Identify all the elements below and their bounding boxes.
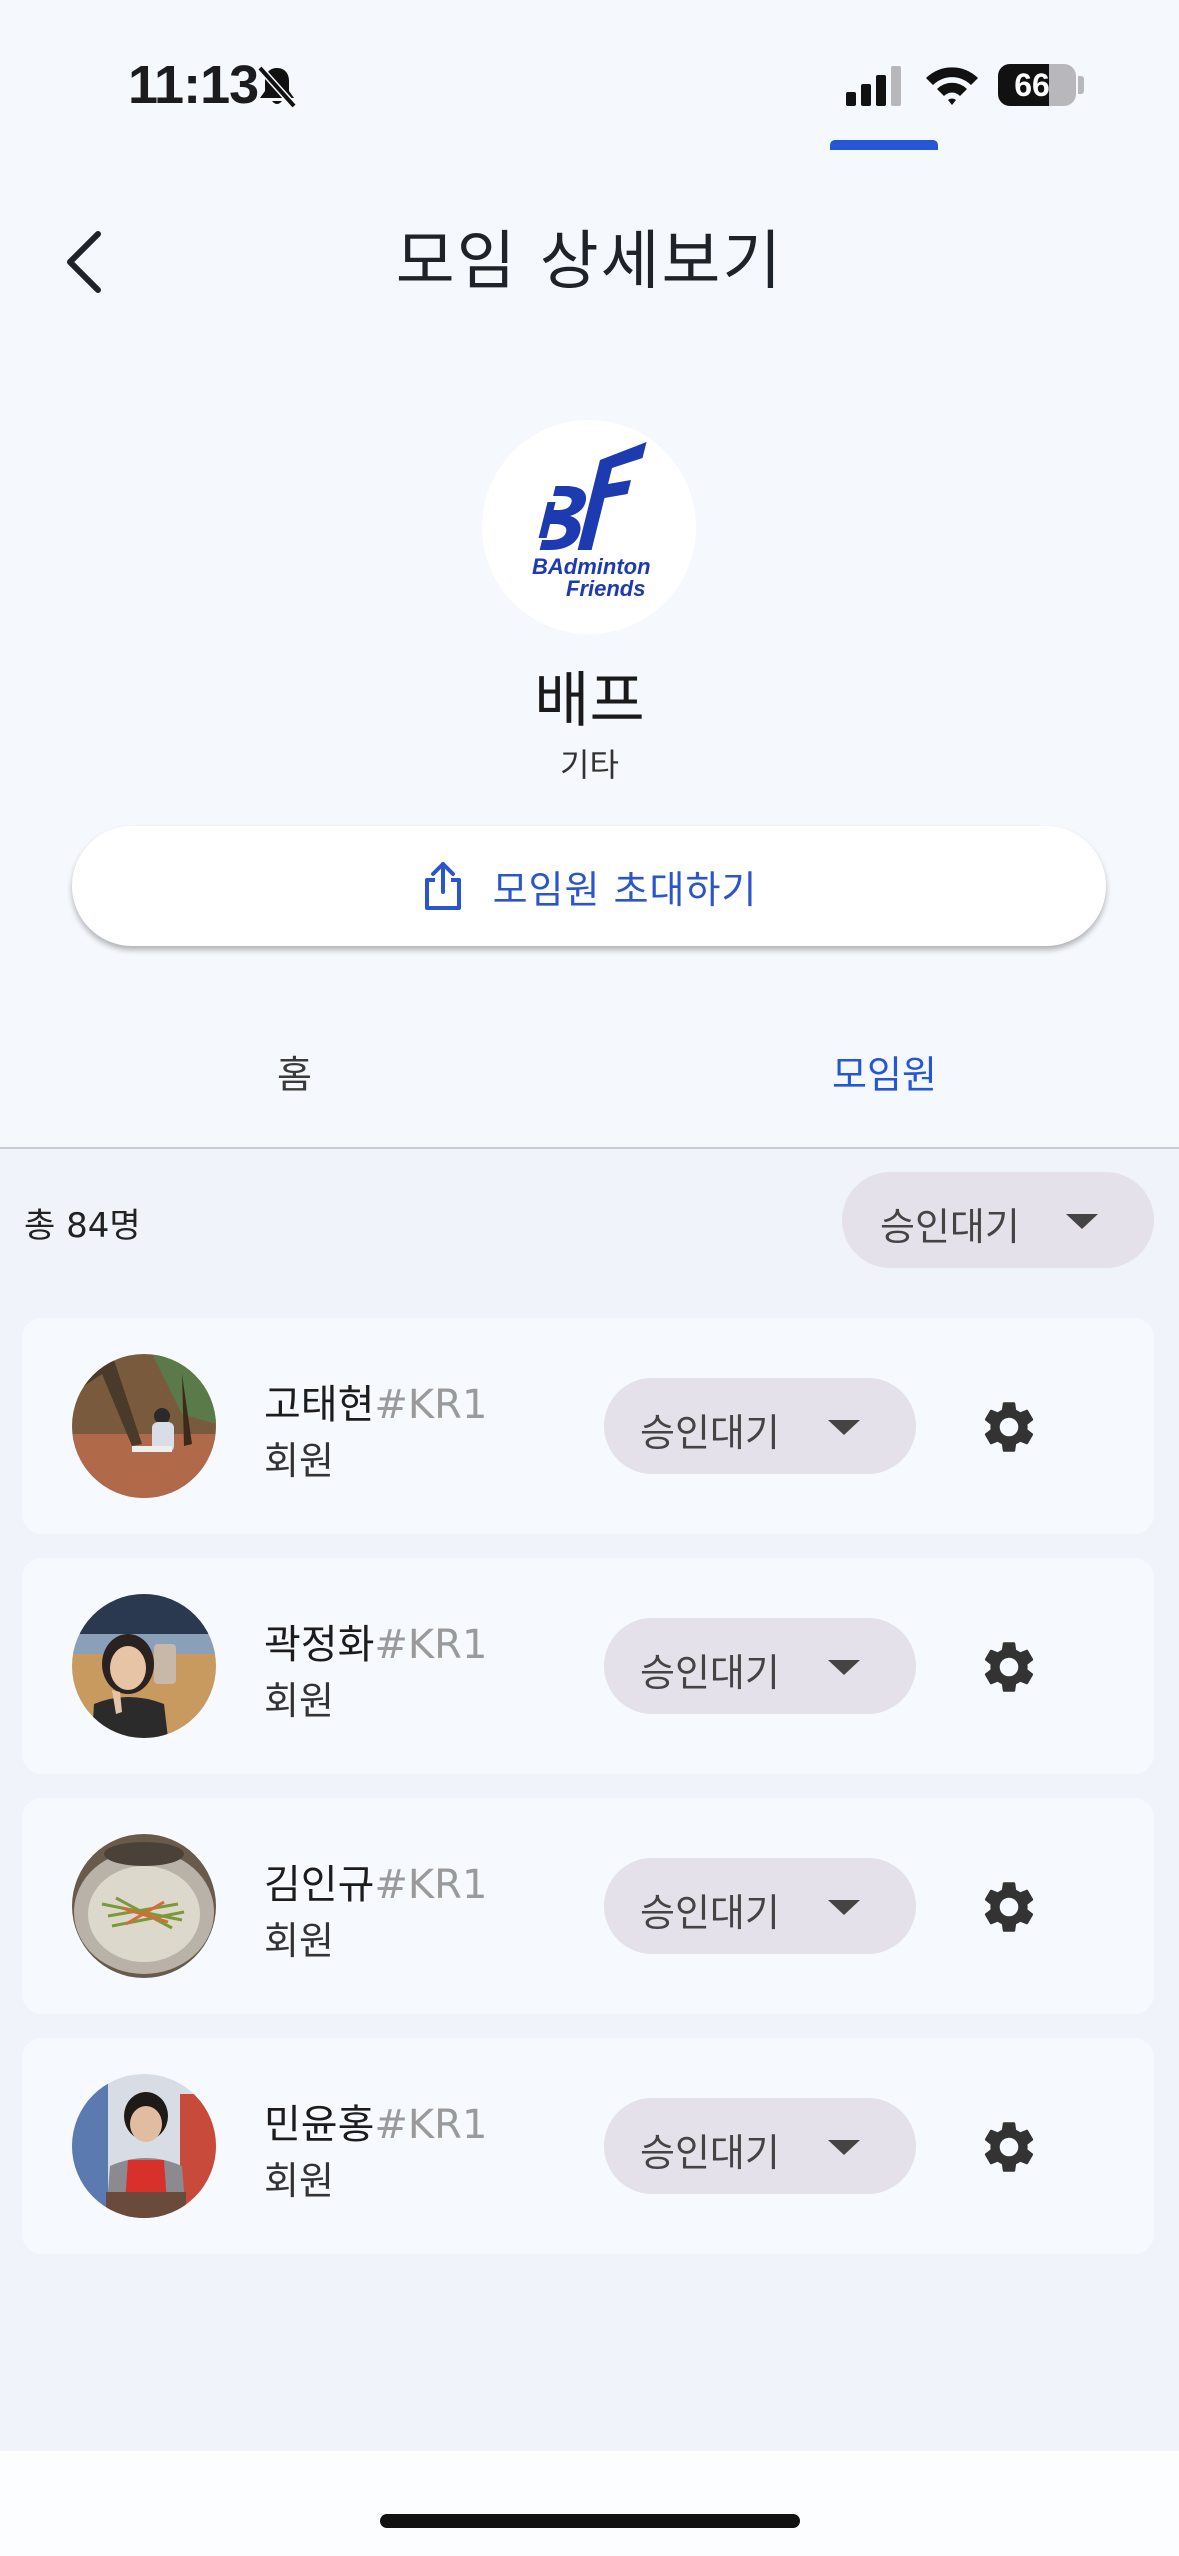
member-tag: #KR1 [374, 1622, 488, 1668]
member-avatar [72, 2074, 216, 2218]
member-card[interactable]: 곽정화#KR1 회원 승인대기 [22, 1558, 1154, 1774]
member-name: 김인규#KR1 [264, 1852, 487, 1910]
tab-members[interactable]: 모임원 [590, 1000, 1179, 1148]
gear-icon[interactable] [978, 1876, 1040, 1938]
group-category: 기타 [560, 746, 619, 784]
caret-down-icon [828, 1420, 860, 1435]
member-status-filter-dropdown[interactable]: 승인대기 [842, 1172, 1154, 1268]
bottom-safe-area [0, 2451, 1179, 2556]
member-tag: #KR1 [374, 1382, 488, 1428]
group-logo: BAdminton Friends [482, 420, 696, 634]
member-role: 회원 [264, 1919, 334, 1963]
tab-bar: 홈 모임원 [0, 1000, 1179, 1150]
filter-value: 승인대기 [880, 1205, 1020, 1249]
tab-members-label: 모임원 [832, 1053, 937, 1097]
member-name-text: 김인규 [264, 1862, 375, 1908]
member-name: 민윤홍#KR1 [264, 2092, 487, 2150]
tab-selected-indicator [830, 140, 938, 150]
member-status-dropdown[interactable]: 승인대기 [604, 1858, 916, 1954]
group-name: 배프 [534, 666, 645, 736]
caret-down-icon [828, 2140, 860, 2155]
member-card[interactable]: 고태현#KR1 회원 승인대기 [22, 1318, 1154, 1534]
member-total-count: 총 84명 [24, 1206, 141, 1246]
member-avatar [72, 1834, 216, 1978]
status-bar: 11:13 66 [0, 0, 1179, 170]
caret-down-icon [828, 1900, 860, 1915]
member-tag: #KR1 [374, 1862, 488, 1908]
gear-icon[interactable] [978, 2116, 1040, 2178]
member-name-text: 곽정화 [264, 1622, 375, 1668]
member-avatar [72, 1594, 216, 1738]
member-card[interactable]: 김인규#KR1 회원 승인대기 [22, 1798, 1154, 2014]
gear-icon[interactable] [978, 1396, 1040, 1458]
wifi-icon [926, 67, 978, 105]
page-title: 모임 상세보기 [395, 225, 784, 299]
battery-tip [1078, 76, 1084, 94]
invite-members-label: 모임원 초대하기 [492, 867, 758, 912]
member-role: 회원 [264, 1679, 334, 1723]
member-status-value: 승인대기 [640, 1651, 780, 1695]
status-time: 11:13 [128, 55, 259, 115]
bell-muted-icon [257, 65, 297, 109]
member-name: 곽정화#KR1 [264, 1612, 487, 1670]
gear-icon[interactable] [978, 1636, 1040, 1698]
caret-down-icon [828, 1660, 860, 1675]
share-icon [424, 862, 461, 910]
battery-percent: 66 [1014, 67, 1050, 103]
battery-indicator: 66 [998, 64, 1076, 106]
member-status-dropdown[interactable]: 승인대기 [604, 1378, 916, 1474]
tab-home[interactable]: 홈 [0, 1000, 589, 1148]
badminton-friends-logo: BAdminton Friends [532, 442, 651, 601]
caret-down-icon [1066, 1214, 1098, 1229]
member-avatar [72, 1354, 216, 1498]
member-status-dropdown[interactable]: 승인대기 [604, 2098, 916, 2194]
member-status-value: 승인대기 [640, 1411, 780, 1455]
member-card[interactable]: 민윤홍#KR1 회원 승인대기 [22, 2038, 1154, 2254]
home-indicator[interactable] [380, 2514, 800, 2528]
member-tag: #KR1 [374, 2102, 488, 2148]
member-status-value: 승인대기 [640, 2131, 780, 2175]
cellular-signal-icon [846, 66, 901, 106]
app-screen: 11:13 66 모임 상세보기 BAdminton Friends 배프 기타… [0, 0, 1179, 2556]
tab-home-label: 홈 [277, 1053, 312, 1097]
logo-line2: Friends [566, 576, 645, 601]
member-name-text: 민윤홍 [264, 2102, 375, 2148]
member-role: 회원 [264, 2159, 334, 2203]
member-role: 회원 [264, 1439, 334, 1483]
member-status-value: 승인대기 [640, 1891, 780, 1935]
invite-members-button[interactable]: 모임원 초대하기 [72, 826, 1106, 946]
member-name-text: 고태현 [264, 1382, 375, 1428]
member-name: 고태현#KR1 [264, 1372, 487, 1430]
member-status-dropdown[interactable]: 승인대기 [604, 1618, 916, 1714]
